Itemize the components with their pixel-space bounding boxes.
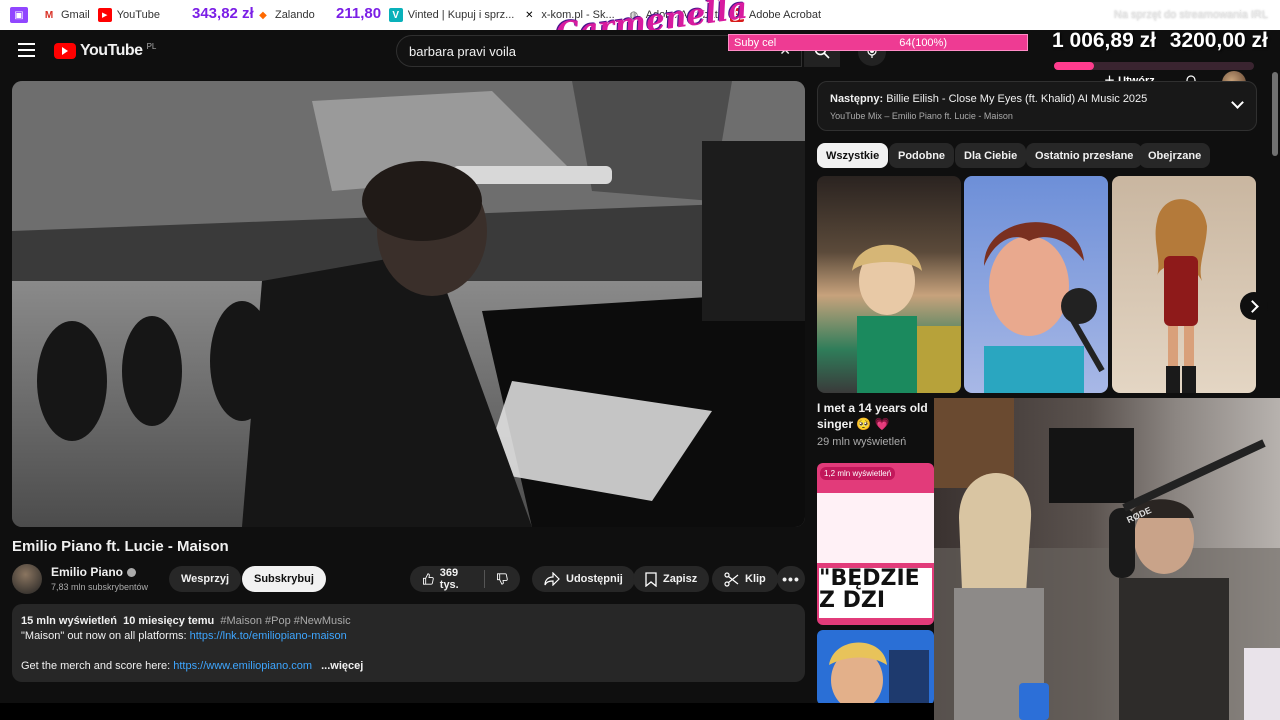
xkom-icon: ✕ bbox=[525, 9, 534, 21]
goal-value: 64(100%) bbox=[899, 36, 947, 49]
subscribe-label: Subskrybuj bbox=[254, 573, 314, 585]
join-label: Wesprzyj bbox=[181, 573, 230, 585]
chip-related[interactable]: Podobne bbox=[889, 143, 955, 168]
search-value: barbara pravi voila bbox=[409, 43, 516, 59]
short-thumbnail-2[interactable] bbox=[964, 176, 1108, 393]
short-title[interactable]: I met a 14 years old singer 🥺 💗 bbox=[817, 400, 932, 432]
hashtags[interactable]: #Maison #Pop #NewMusic bbox=[220, 615, 350, 627]
like-divider bbox=[483, 570, 485, 588]
webcam-image bbox=[934, 398, 1280, 720]
bookmark-label: Adobe Acrobat bbox=[748, 9, 822, 21]
description-line-2: Get the merch and score here: bbox=[21, 660, 174, 672]
twitch-icon[interactable]: ▣ bbox=[10, 7, 28, 23]
up-next-subtitle: YouTube Mix – Emilio Piano ft. Lucie - M… bbox=[830, 111, 1013, 121]
total-raised: 1 006,89 zł bbox=[1052, 29, 1156, 52]
merch-link[interactable]: https://www.emiliopiano.com bbox=[173, 660, 312, 672]
channel-name-text: Emilio Piano bbox=[51, 565, 124, 579]
up-next-video: Billie Eilish - Close My Eyes (ft. Khali… bbox=[886, 93, 1148, 105]
up-next-title: Następny: Billie Eilish - Close My Eyes … bbox=[830, 93, 1147, 105]
subscribe-button[interactable]: Subskrybuj bbox=[242, 566, 326, 592]
scissors-icon bbox=[724, 571, 739, 587]
platforms-link[interactable]: https://lnk.to/emiliopiano-maison bbox=[190, 630, 347, 642]
bookmark-youtube[interactable]: ▶ YouTube bbox=[97, 8, 160, 22]
donation-progress-fill bbox=[1054, 62, 1094, 70]
region-code: PL bbox=[146, 42, 157, 51]
bookmark-icon bbox=[645, 571, 657, 587]
show-more-button[interactable]: ...więcej bbox=[321, 660, 363, 672]
youtube-wordmark: YouTube bbox=[80, 42, 143, 59]
like-count: 369 tys. bbox=[439, 567, 459, 591]
youtube-play-icon bbox=[54, 43, 76, 59]
vinted-icon: V bbox=[388, 8, 403, 22]
short-3-image bbox=[1155, 199, 1207, 393]
more-icon: ••• bbox=[782, 571, 800, 587]
view-count: 15 mln wyświetleń bbox=[21, 615, 117, 627]
share-button[interactable]: Udostępnij bbox=[532, 566, 635, 592]
short-2-image bbox=[984, 222, 1105, 393]
video-player[interactable] bbox=[12, 81, 805, 527]
bookmark-vinted[interactable]: V Vinted | Kupuj i sprz... bbox=[388, 8, 515, 22]
bookmark-label: Zalando bbox=[274, 9, 315, 21]
bottom-strip bbox=[0, 703, 934, 720]
short-thumbnail-1[interactable] bbox=[817, 176, 961, 393]
thumb-3-image bbox=[829, 642, 929, 705]
verified-icon bbox=[127, 567, 137, 577]
donation-totals: 1 006,89 zł 3200,00 zł bbox=[1052, 29, 1268, 53]
webcam-overlay: RØDE bbox=[934, 398, 1280, 720]
menu-icon[interactable] bbox=[18, 43, 35, 57]
bookmark-label: Vinted | Kupuj i sprz... bbox=[407, 9, 515, 21]
short-1-image bbox=[852, 244, 961, 393]
like-button[interactable]: 369 tys. bbox=[410, 566, 520, 592]
subscriber-count: 7,83 mln subskrybentów bbox=[51, 582, 149, 592]
donation-amount-1: 343,82 zł bbox=[192, 5, 254, 22]
chip-recently-uploaded[interactable]: Ostatnio przesłane bbox=[1026, 143, 1143, 168]
bookmark-gmail[interactable]: M Gmail bbox=[42, 8, 90, 22]
donation-progress-bar bbox=[1054, 62, 1254, 70]
short-thumbnail-3[interactable] bbox=[1112, 176, 1256, 393]
up-next-box[interactable]: Następny: Billie Eilish - Close My Eyes … bbox=[817, 81, 1257, 131]
bookmark-label: Gmail bbox=[61, 9, 90, 21]
channel-name[interactable]: Emilio Piano bbox=[51, 565, 137, 579]
channel-avatar[interactable] bbox=[12, 564, 42, 594]
clip-button[interactable]: Klip bbox=[712, 566, 778, 592]
save-button[interactable]: Zapisz bbox=[633, 566, 710, 592]
like-icon bbox=[423, 573, 434, 585]
share-label: Udostępnij bbox=[566, 573, 623, 585]
chip-watched[interactable]: Obejrzane bbox=[1139, 143, 1211, 168]
shorts-next-button[interactable] bbox=[1240, 292, 1268, 320]
stream-goal-text: Na sprzęt do streamowania IRL bbox=[1113, 9, 1268, 21]
share-icon bbox=[544, 572, 560, 586]
video-thumbnail-3[interactable] bbox=[817, 630, 934, 705]
dislike-icon[interactable] bbox=[496, 571, 508, 587]
chip-all[interactable]: Wszystkie bbox=[817, 143, 889, 168]
join-button[interactable]: Wesprzyj bbox=[169, 566, 242, 592]
views-badge: 1,2 mln wyświetleń bbox=[820, 467, 896, 480]
video-title: Emilio Piano ft. Lucie - Maison bbox=[12, 538, 229, 555]
up-next-label: Następny: bbox=[830, 93, 884, 105]
subs-goal-bar: Suby cel 64(100%) bbox=[728, 34, 1028, 51]
more-actions-button[interactable]: ••• bbox=[777, 566, 805, 592]
video-description[interactable]: 15 mln wyświetleń 10 miesięcy temu #Mais… bbox=[12, 604, 805, 682]
short-views: 29 mln wyświetleń bbox=[817, 436, 907, 448]
upload-date: 10 miesięcy temu bbox=[123, 615, 215, 627]
clip-label: Klip bbox=[745, 573, 766, 585]
save-label: Zapisz bbox=[663, 573, 698, 585]
youtube-logo[interactable]: YouTube PL bbox=[54, 42, 156, 60]
bookmark-label: YouTube bbox=[116, 9, 160, 21]
gmail-icon: M bbox=[44, 9, 54, 21]
goal-label: Suby cel bbox=[734, 36, 777, 49]
video-thumbnail-2[interactable]: 1,2 mln wyświetleń "BĘDZIE Z DZI bbox=[817, 463, 934, 625]
donation-amount-2: 211,80 bbox=[336, 5, 382, 22]
video-frame bbox=[12, 81, 805, 527]
total-target: 3200,00 zł bbox=[1169, 29, 1268, 52]
page-scrollbar[interactable] bbox=[1272, 72, 1278, 156]
thumb-2-caption: "BĘDZIE Z DZI bbox=[819, 568, 932, 618]
description-line-1: "Maison" out now on all platforms: bbox=[21, 630, 190, 642]
bookmark-zalando[interactable]: ◆ Zalando bbox=[256, 8, 315, 22]
thumb-2-panel bbox=[817, 493, 934, 563]
zalando-icon: ◆ bbox=[259, 9, 267, 21]
chip-for-you[interactable]: Dla Ciebie bbox=[955, 143, 1027, 168]
youtube-icon: ▶ bbox=[97, 8, 112, 22]
chevron-down-icon[interactable] bbox=[1231, 96, 1244, 109]
